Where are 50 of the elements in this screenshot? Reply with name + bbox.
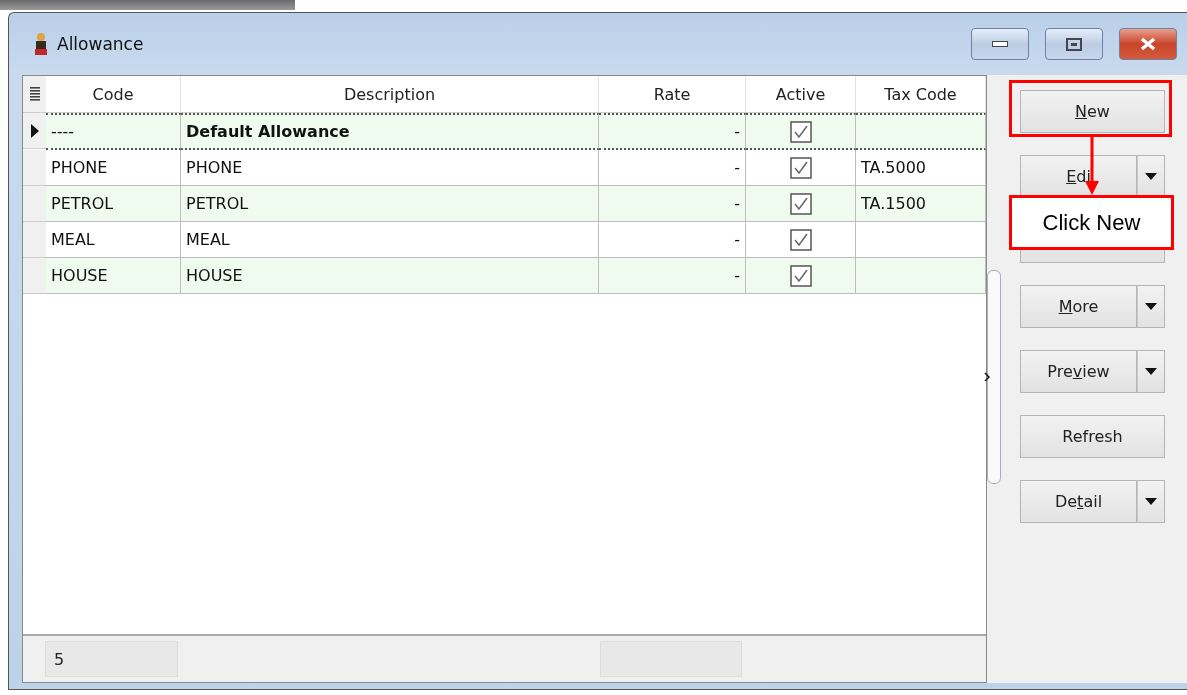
caret-icon	[1145, 173, 1157, 180]
window-title: Allowance	[57, 34, 145, 54]
table-cell: Default Allowance	[181, 113, 599, 150]
table-cell: TA.5000	[856, 150, 986, 186]
current-row-icon	[30, 123, 39, 138]
table-cell: ----	[46, 113, 181, 150]
table-cell: -	[599, 222, 746, 258]
table-cell: -	[599, 258, 746, 294]
checkbox[interactable]	[789, 264, 812, 287]
checkbox[interactable]	[789, 228, 812, 251]
table-cell: TA.1500	[856, 186, 986, 222]
table-cell: PETROL	[181, 186, 599, 222]
action-button[interactable]: New	[1020, 90, 1165, 133]
dropdown-button[interactable]	[1137, 350, 1165, 393]
table-cell: HOUSE	[46, 258, 181, 294]
table-cell: MEAL	[46, 222, 181, 258]
caret-icon	[1145, 368, 1157, 375]
action-button[interactable]: Refresh	[1020, 415, 1165, 458]
checkbox[interactable]	[789, 120, 812, 143]
close-button[interactable]	[1119, 28, 1177, 60]
table-cell: HOUSE	[181, 258, 599, 294]
maximize-button[interactable]	[1045, 28, 1103, 60]
table-cell: PETROL	[46, 186, 181, 222]
minimize-button[interactable]	[971, 28, 1029, 60]
caret-icon	[1145, 498, 1157, 505]
figure-icon	[33, 32, 49, 56]
row-header[interactable]	[23, 113, 46, 149]
splitter-handle[interactable]	[987, 270, 1001, 484]
caret-icon	[1145, 303, 1157, 310]
table-cell: -	[599, 186, 746, 222]
dropdown-button[interactable]	[1137, 155, 1165, 198]
chevron-right-icon	[984, 372, 990, 382]
table-cell: MEAL	[181, 222, 599, 258]
table-cell: PHONE	[46, 150, 181, 186]
record-count: 5	[45, 641, 178, 677]
dropdown-button[interactable]	[1137, 285, 1165, 328]
action-button[interactable]: Detail	[1020, 480, 1137, 523]
minimize-icon	[992, 41, 1008, 47]
dropdown-button[interactable]	[1137, 480, 1165, 523]
table-cell: -	[599, 113, 746, 150]
checkbox[interactable]	[789, 192, 812, 215]
column-chooser-icon[interactable]	[29, 87, 40, 101]
action-button[interactable]: Preview	[1020, 350, 1137, 393]
checkbox[interactable]	[789, 156, 812, 179]
close-icon	[1140, 37, 1156, 51]
maximize-icon	[1066, 37, 1082, 51]
table-cell: -	[599, 150, 746, 186]
table-cell: PHONE	[181, 150, 599, 186]
callout-tooltip: Click New	[1009, 195, 1174, 250]
action-button[interactable]: More	[1020, 285, 1137, 328]
